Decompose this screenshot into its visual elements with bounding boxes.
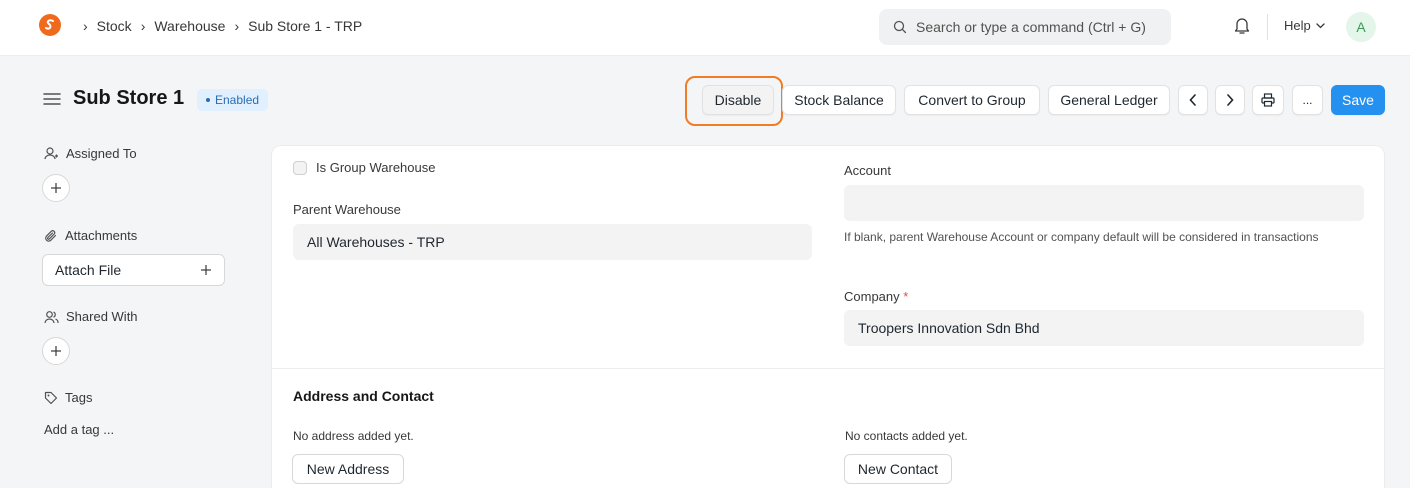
menu-icon[interactable] <box>43 92 61 109</box>
is-group-warehouse-label: Is Group Warehouse <box>316 160 436 175</box>
account-input[interactable] <box>844 185 1364 221</box>
add-user-icon <box>44 147 58 160</box>
chevron-down-icon <box>1316 22 1325 28</box>
tags-label: Tags <box>65 390 93 405</box>
parent-warehouse-label: Parent Warehouse <box>293 202 401 217</box>
breadcrumb: › Stock › Warehouse › Sub Store 1 - TRP <box>83 18 371 34</box>
account-label: Account <box>844 163 891 178</box>
bell-icon[interactable] <box>1233 16 1251 39</box>
next-record-button[interactable] <box>1215 85 1245 115</box>
address-contact-heading: Address and Contact <box>293 388 434 404</box>
add-share-button[interactable] <box>42 337 70 365</box>
no-address-text: No address added yet. <box>293 429 414 443</box>
company-input[interactable]: Troopers Innovation Sdn Bhd <box>844 310 1364 346</box>
parent-warehouse-input[interactable]: All Warehouses - TRP <box>293 224 812 260</box>
search-bar[interactable]: Search or type a command (Ctrl + G) <box>879 9 1171 45</box>
convert-to-group-button[interactable]: Convert to Group <box>904 85 1040 115</box>
attach-file-button[interactable]: Attach File <box>42 254 225 286</box>
status-badge: Enabled <box>197 89 269 111</box>
new-address-button[interactable]: New Address <box>292 454 404 484</box>
previous-record-button[interactable] <box>1178 85 1208 115</box>
add-assignee-button[interactable] <box>42 174 70 202</box>
help-label: Help <box>1284 18 1311 33</box>
page-title: Sub Store 1 <box>73 87 185 109</box>
chevron-right-icon: › <box>234 18 240 34</box>
save-button[interactable]: Save <box>1331 85 1385 115</box>
more-actions-button[interactable]: ... <box>1292 85 1323 115</box>
section-divider <box>272 368 1384 369</box>
assigned-to-section: Assigned To <box>44 146 137 161</box>
plus-icon <box>51 183 61 193</box>
is-group-warehouse-field[interactable]: Is Group Warehouse <box>293 160 435 175</box>
breadcrumb-item-stock[interactable]: Stock <box>97 18 132 34</box>
attachments-section: Attachments <box>44 228 137 243</box>
shared-with-section: Shared With <box>44 309 138 324</box>
no-contacts-text: No contacts added yet. <box>845 429 968 443</box>
breadcrumb-item-warehouse[interactable]: Warehouse <box>154 18 225 34</box>
users-icon <box>44 310 59 323</box>
chevron-right-icon: › <box>83 18 88 34</box>
account-help-text: If blank, parent Warehouse Account or co… <box>844 230 1319 244</box>
chevron-right-icon: › <box>140 18 146 34</box>
company-label: Company * <box>844 289 908 304</box>
general-ledger-button[interactable]: General Ledger <box>1048 85 1170 115</box>
paperclip-icon <box>45 229 57 242</box>
company-label-text: Company <box>844 289 900 304</box>
tags-section: Tags <box>44 390 92 405</box>
status-dot <box>206 98 210 102</box>
add-tag-link[interactable]: Add a tag ... <box>44 422 114 437</box>
chevron-left-icon <box>1189 94 1196 106</box>
shared-with-label: Shared With <box>66 309 138 324</box>
navbar: › Stock › Warehouse › Sub Store 1 - TRP … <box>0 0 1410 56</box>
search-icon <box>893 20 907 34</box>
breadcrumb-item-current[interactable]: Sub Store 1 - TRP <box>248 18 362 34</box>
required-asterisk: * <box>903 289 909 304</box>
new-contact-button[interactable]: New Contact <box>844 454 952 484</box>
tag-icon <box>44 391 58 404</box>
plus-icon <box>51 346 61 356</box>
help-dropdown[interactable]: Help <box>1284 18 1325 33</box>
status-label: Enabled <box>215 93 260 107</box>
attach-file-label: Attach File <box>55 262 122 278</box>
app-logo-icon[interactable] <box>39 14 61 36</box>
stock-balance-button[interactable]: Stock Balance <box>782 85 896 115</box>
print-button[interactable] <box>1252 85 1284 115</box>
disable-button[interactable]: Disable <box>702 85 774 115</box>
printer-icon <box>1261 93 1275 107</box>
chevron-right-icon <box>1227 94 1234 106</box>
is-group-warehouse-checkbox[interactable] <box>293 160 307 175</box>
search-placeholder: Search or type a command (Ctrl + G) <box>916 19 1146 35</box>
assigned-to-label: Assigned To <box>66 146 137 161</box>
plus-icon <box>201 265 211 275</box>
attachments-label: Attachments <box>65 228 138 243</box>
divider <box>1267 14 1268 40</box>
avatar[interactable]: A <box>1346 12 1376 42</box>
